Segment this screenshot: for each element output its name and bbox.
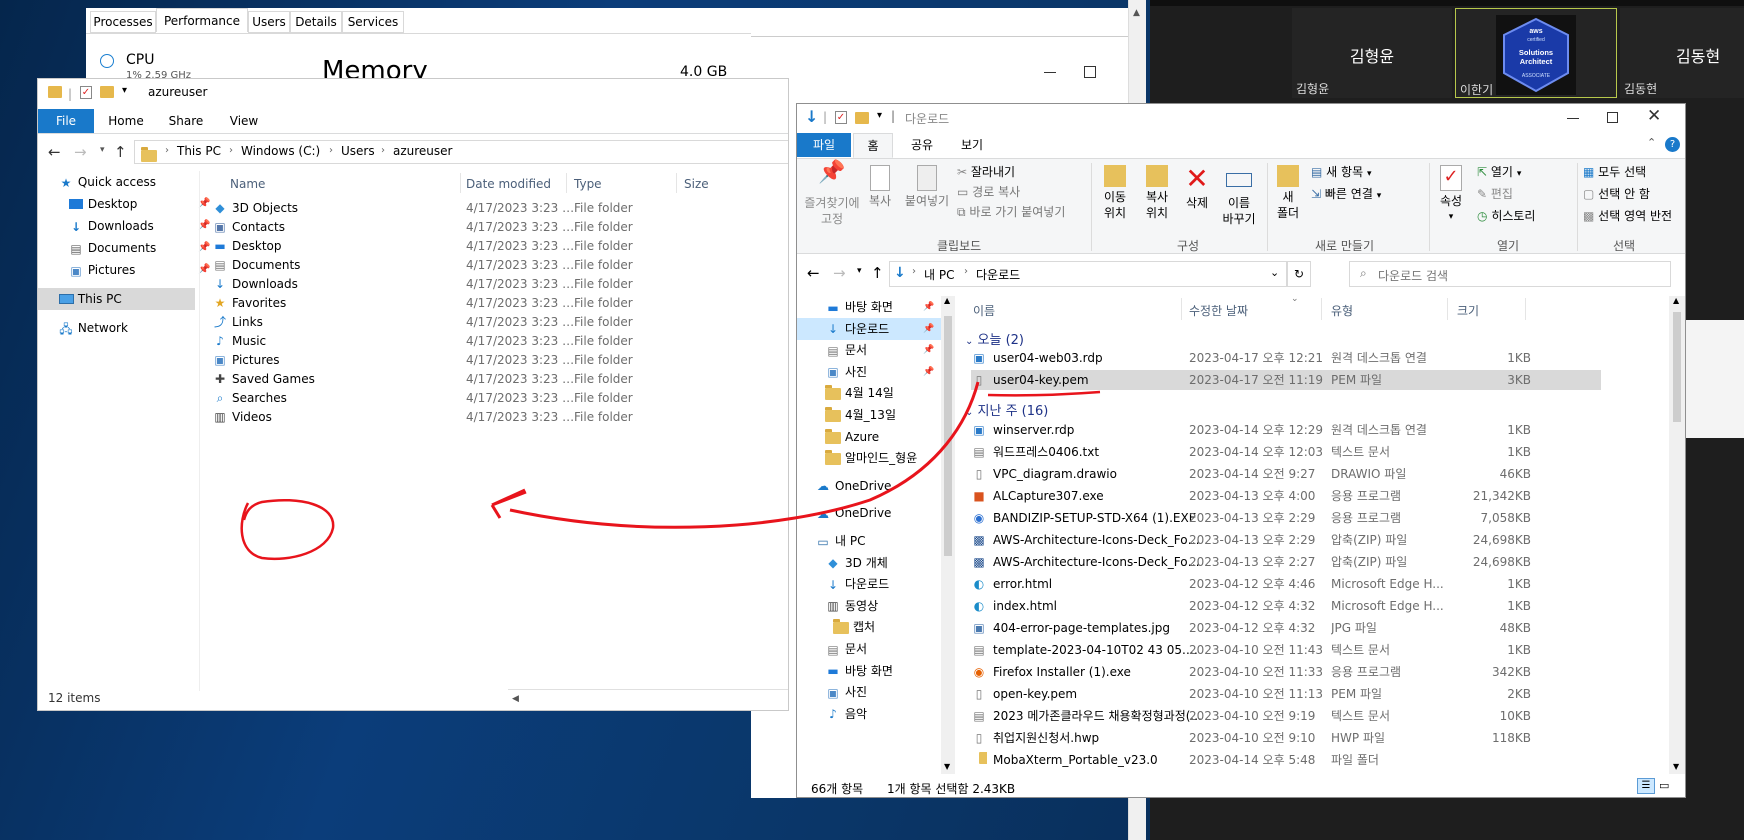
annotation-layer [240,381,1101,561]
annotation-arrow [509,381,980,529]
annotation-underline [987,390,1101,397]
annotation-arrowhead [490,488,527,519]
annotation-circle [240,498,335,561]
